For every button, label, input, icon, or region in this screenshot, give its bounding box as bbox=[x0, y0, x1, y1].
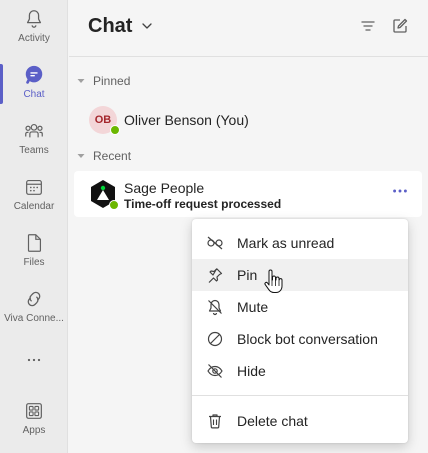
new-chat-icon[interactable] bbox=[391, 17, 409, 35]
more-options-button[interactable] bbox=[390, 181, 410, 201]
teams-icon bbox=[25, 123, 43, 138]
pinned-section-header[interactable]: Pinned bbox=[77, 74, 130, 88]
chat-item-oliver-benson[interactable]: OB Oliver Benson (You) bbox=[74, 100, 422, 140]
rail-label-files: Files bbox=[23, 257, 45, 268]
menu-label: Hide bbox=[237, 363, 266, 379]
menu-label: Block bot conversation bbox=[237, 331, 378, 347]
menu-label: Delete chat bbox=[237, 413, 308, 429]
viva-connections-icon bbox=[27, 291, 41, 307]
rail-item-viva-connections[interactable]: Viva Conne... bbox=[0, 280, 68, 336]
menu-label: Mute bbox=[237, 299, 269, 315]
menu-label: Mark as unread bbox=[237, 235, 335, 251]
presence-available-icon bbox=[110, 125, 120, 135]
presence-available-icon bbox=[109, 200, 119, 210]
trash-icon bbox=[209, 414, 221, 429]
rail-label-activity: Activity bbox=[18, 33, 50, 44]
caret-down-icon bbox=[77, 79, 85, 83]
rail-item-teams[interactable]: Teams bbox=[0, 112, 68, 168]
app-rail: Activity Chat Teams Calendar Files Viva … bbox=[0, 0, 68, 453]
rail-label-teams: Teams bbox=[19, 145, 49, 156]
menu-item-pin[interactable]: Pin bbox=[192, 259, 408, 291]
chat-preview: Time-off request processed bbox=[124, 197, 282, 211]
mark-unread-icon bbox=[207, 236, 223, 250]
menu-item-mute[interactable]: Mute bbox=[192, 291, 408, 323]
more-apps-button[interactable] bbox=[0, 346, 68, 374]
mute-icon bbox=[208, 299, 222, 316]
menu-label: Pin bbox=[237, 267, 258, 283]
menu-item-hide[interactable]: Hide bbox=[192, 355, 408, 387]
pin-icon bbox=[208, 268, 223, 283]
rail-item-apps[interactable]: Apps bbox=[0, 392, 68, 448]
menu-item-delete-chat[interactable]: Delete chat bbox=[192, 405, 408, 437]
page-title: Chat bbox=[88, 15, 133, 37]
chat-context-menu: Mark as unread Pin Mute Block bot conver… bbox=[192, 219, 408, 443]
pinned-label: Pinned bbox=[93, 74, 131, 88]
rail-label-apps: Apps bbox=[22, 425, 46, 436]
rail-label-calendar: Calendar bbox=[13, 201, 55, 212]
active-indicator bbox=[0, 64, 3, 104]
recent-section-header[interactable]: Recent bbox=[77, 149, 131, 163]
rail-label-viva-connections: Viva Conne... bbox=[4, 313, 64, 324]
more-horizontal-icon bbox=[393, 189, 407, 193]
hand-cursor-icon bbox=[264, 269, 283, 293]
filter-icon[interactable] bbox=[359, 17, 377, 35]
header-divider bbox=[69, 56, 428, 57]
caret-down-icon bbox=[77, 154, 85, 158]
calendar-icon bbox=[26, 179, 42, 195]
rail-item-activity[interactable]: Activity bbox=[0, 0, 68, 56]
rail-item-calendar[interactable]: Calendar bbox=[0, 168, 68, 224]
recent-label: Recent bbox=[93, 149, 132, 163]
hide-icon bbox=[207, 364, 223, 378]
block-icon bbox=[207, 331, 223, 347]
more-apps-icon bbox=[27, 358, 41, 362]
rail-label-chat: Chat bbox=[23, 89, 45, 100]
chevron-down-icon[interactable] bbox=[141, 20, 153, 32]
file-icon bbox=[27, 234, 42, 252]
bell-icon bbox=[26, 10, 42, 28]
menu-item-mark-unread[interactable]: Mark as unread bbox=[192, 227, 408, 259]
chat-name: Sage People bbox=[124, 180, 205, 196]
menu-divider bbox=[192, 395, 408, 396]
rail-item-files[interactable]: Files bbox=[0, 224, 68, 280]
chat-item-sage-people[interactable]: Sage People Time-off request processed bbox=[74, 171, 422, 217]
chat-icon bbox=[25, 65, 43, 84]
chat-name: Oliver Benson (You) bbox=[124, 112, 249, 128]
rail-item-chat[interactable]: Chat bbox=[0, 56, 68, 112]
menu-item-block-bot[interactable]: Block bot conversation bbox=[192, 323, 408, 355]
apps-icon bbox=[26, 403, 42, 419]
